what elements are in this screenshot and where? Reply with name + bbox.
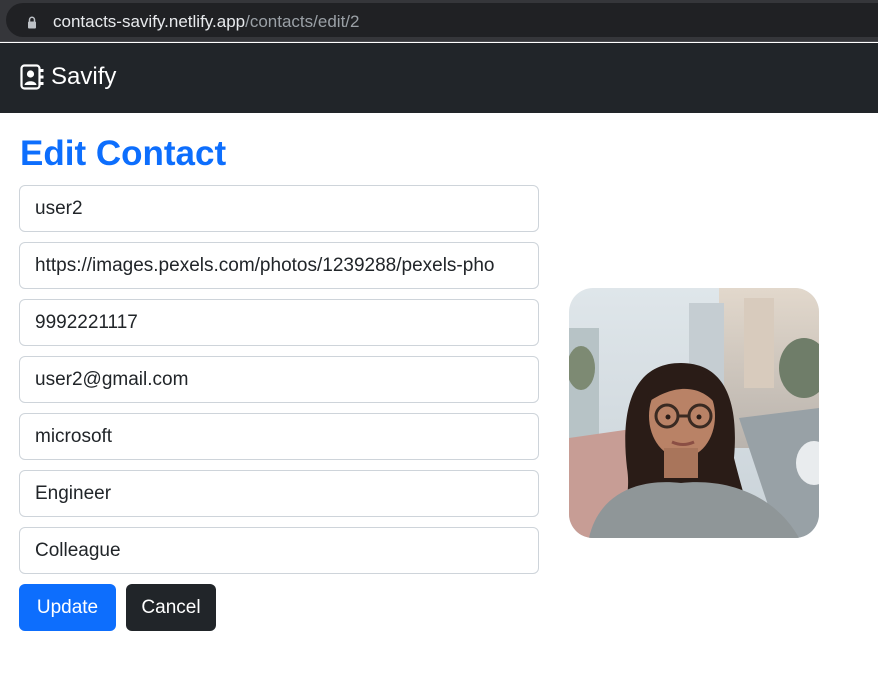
navbar: Savify [0, 43, 878, 113]
email-input[interactable] [19, 356, 539, 403]
lock-icon [28, 16, 36, 29]
url-field[interactable]: contacts-savify.netlify.app/contacts/edi… [6, 3, 878, 37]
name-input[interactable] [19, 185, 539, 232]
photo-url-input[interactable] [19, 242, 539, 289]
title-input[interactable] [19, 470, 539, 517]
url-text: contacts-savify.netlify.app/contacts/edi… [53, 12, 359, 32]
company-input[interactable] [19, 413, 539, 460]
url-path: /contacts/edit/2 [245, 12, 360, 31]
group-input[interactable] [19, 527, 539, 574]
contact-book-icon [20, 64, 44, 90]
url-domain: contacts-savify.netlify.app [53, 12, 246, 31]
brand-link[interactable]: Savify [20, 63, 116, 91]
page-title: Edit Contact [20, 134, 227, 173]
contact-photo [569, 288, 819, 538]
update-button[interactable]: Update [19, 584, 116, 631]
mobile-input[interactable] [19, 299, 539, 346]
cancel-button[interactable]: Cancel [126, 584, 216, 631]
brand-name: Savify [51, 63, 117, 90]
browser-address-bar: contacts-savify.netlify.app/contacts/edi… [0, 0, 878, 42]
